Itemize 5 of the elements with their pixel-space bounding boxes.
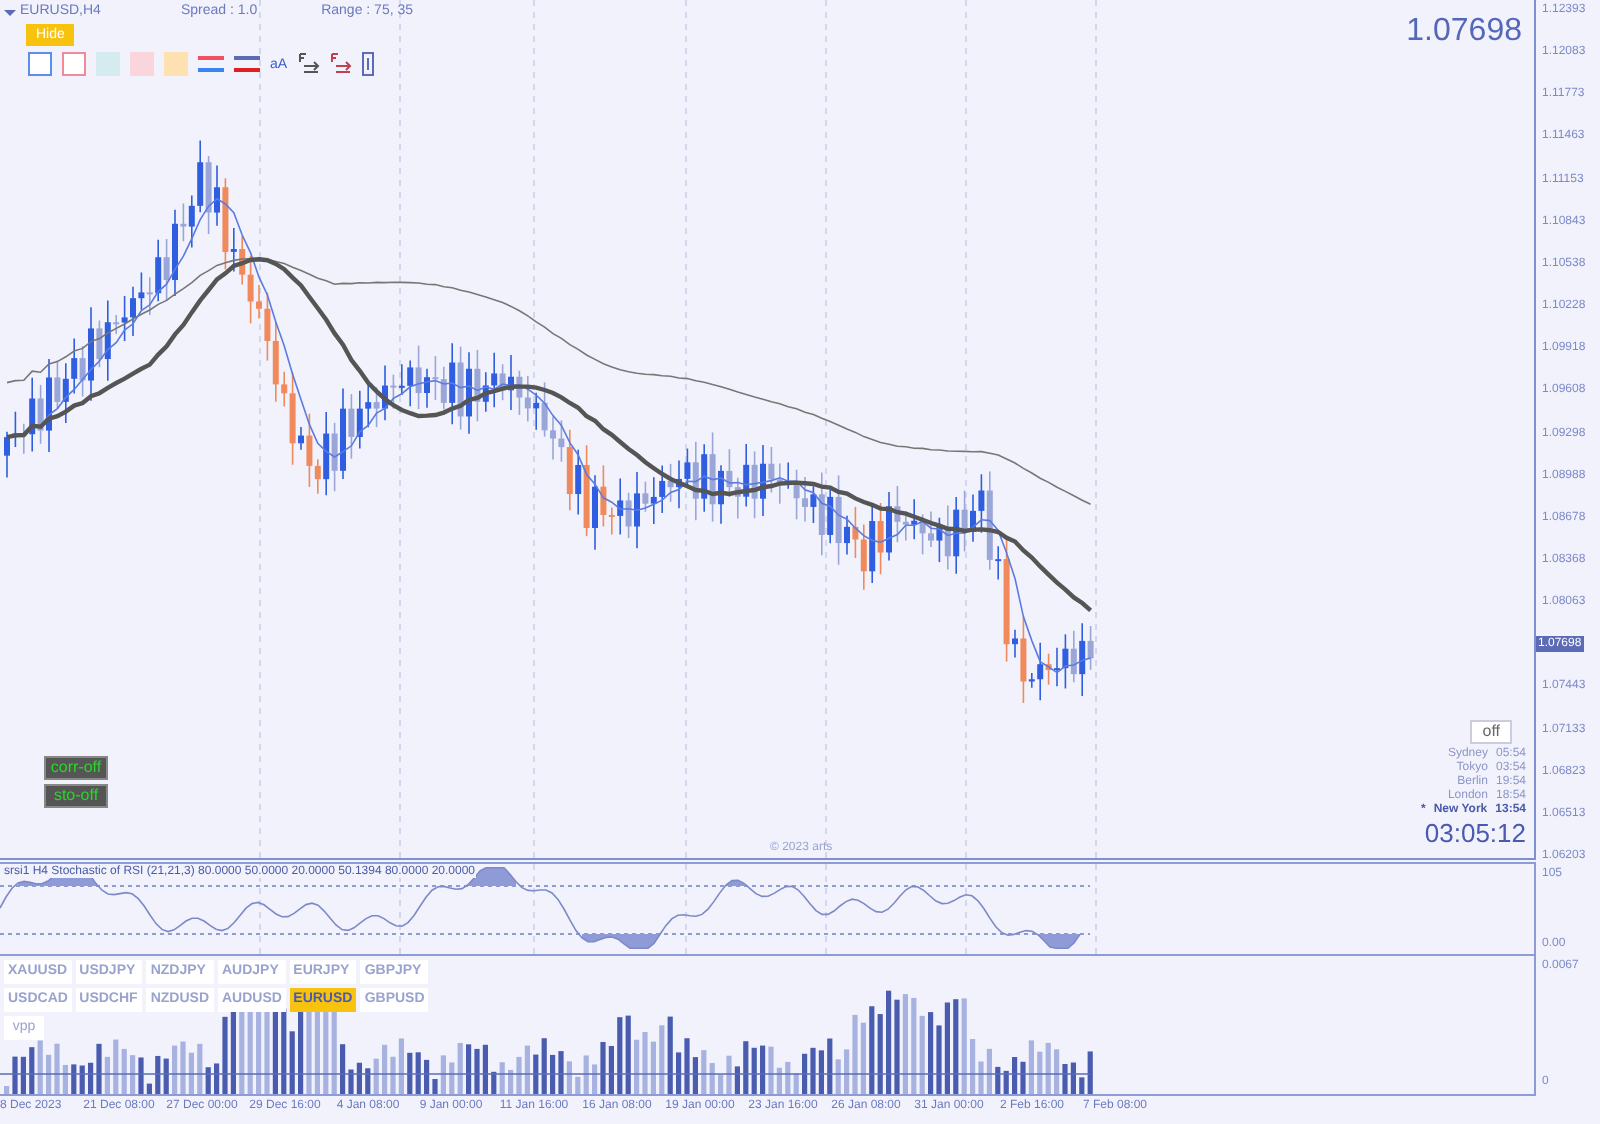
toggle-button[interactable]: corr-off [44,756,108,780]
countdown-timer: 03:05:12 [1424,818,1526,848]
off-button[interactable]: off [1470,720,1512,744]
toggle-button[interactable]: sto-off [44,784,108,808]
price-readout: 1.07698 [1406,12,1522,52]
